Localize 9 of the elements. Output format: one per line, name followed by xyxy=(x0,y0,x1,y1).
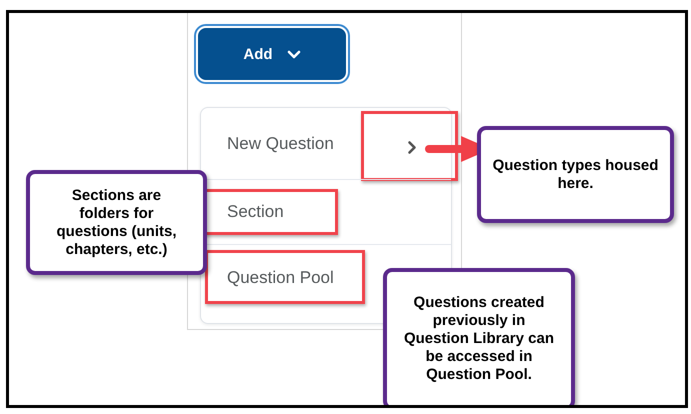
callout-tooltip: Question types housed here. xyxy=(477,126,674,223)
menu-item[interactable]: Question Pool xyxy=(227,268,334,288)
chevron-right-icon xyxy=(407,140,417,155)
callout-tooltip: Questions created previously in Question Library can be accessed in Question Pool. xyxy=(383,268,575,405)
add-button[interactable]: Add xyxy=(196,26,348,82)
callout-tooltip: Sections are folders for questions (units, chapters, etc.) xyxy=(26,170,207,275)
menu-item[interactable]: New Question xyxy=(227,134,334,154)
menu-item[interactable]: Section xyxy=(227,202,284,222)
chevron-down-icon xyxy=(286,50,301,58)
